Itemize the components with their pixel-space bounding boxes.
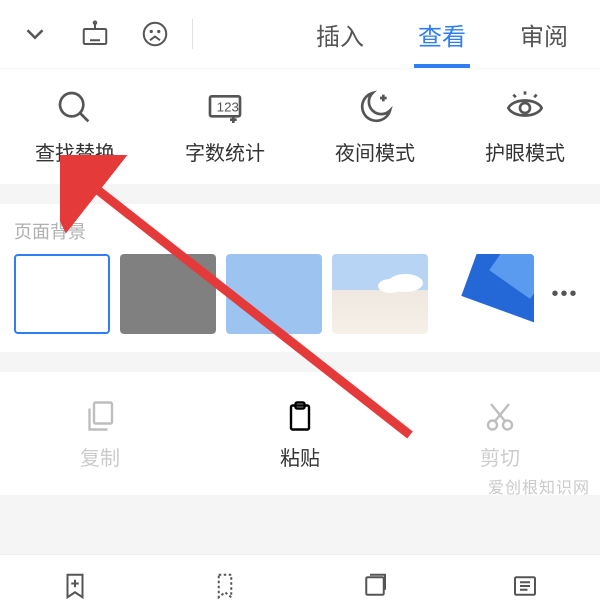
swatch-clouds[interactable] — [332, 254, 428, 334]
svg-text:123: 123 — [217, 99, 239, 114]
more-swatches-button[interactable]: ••• — [544, 254, 586, 334]
copy-label: 复制 — [80, 442, 120, 471]
bottom-bar — [0, 554, 600, 616]
swatch-blue[interactable] — [226, 254, 322, 334]
page-background-section: 页面背景 ••• — [0, 204, 600, 352]
collapse-icon[interactable] — [10, 9, 60, 59]
eye-icon — [504, 87, 546, 129]
swatch-pattern[interactable] — [438, 254, 534, 334]
search-icon — [54, 87, 96, 129]
swatch-white[interactable] — [14, 254, 110, 334]
eye-care-label: 护眼模式 — [485, 137, 565, 166]
find-replace-button[interactable]: 查找替换 — [15, 87, 135, 166]
copy-button: 复制 — [40, 396, 160, 471]
top-toolbar: 插入 查看 审阅 — [0, 0, 600, 68]
function-row: 查找替换 123 字数统计 夜间模式 — [0, 69, 600, 184]
cut-button: 剪切 — [440, 396, 560, 471]
moon-icon — [354, 87, 396, 129]
tab-view[interactable]: 查看 — [396, 0, 488, 68]
paste-label: 粘贴 — [280, 442, 320, 471]
word-count-button[interactable]: 123 字数统计 — [165, 87, 285, 166]
assistant-icon[interactable] — [130, 9, 180, 59]
word-count-label: 字数统计 — [185, 137, 265, 166]
paste-button[interactable]: 粘贴 — [240, 396, 360, 471]
keyboard-icon[interactable] — [70, 9, 120, 59]
eye-care-button[interactable]: 护眼模式 — [465, 87, 585, 166]
bookmark-icon[interactable] — [200, 561, 250, 611]
pages-icon[interactable] — [350, 561, 400, 611]
wordcount-icon: 123 — [204, 87, 246, 129]
find-replace-label: 查找替换 — [35, 137, 115, 166]
swatch-gray[interactable] — [120, 254, 216, 334]
section-title: 页面背景 — [14, 218, 586, 244]
bookmark-add-icon[interactable] — [50, 561, 100, 611]
tab-insert[interactable]: 插入 — [294, 0, 386, 68]
swatch-row: ••• — [14, 254, 586, 334]
paste-icon — [280, 396, 320, 436]
tab-review[interactable]: 审阅 — [498, 0, 590, 68]
watermark: 爱创根知识网 — [488, 474, 590, 498]
copy-icon — [80, 396, 120, 436]
cut-label: 剪切 — [480, 442, 520, 471]
tab-strip: 插入 查看 审阅 — [205, 0, 590, 68]
cut-icon — [480, 396, 520, 436]
night-mode-button[interactable]: 夜间模式 — [315, 87, 435, 166]
divider — [192, 19, 193, 49]
night-mode-label: 夜间模式 — [335, 137, 415, 166]
list-icon[interactable] — [500, 561, 550, 611]
